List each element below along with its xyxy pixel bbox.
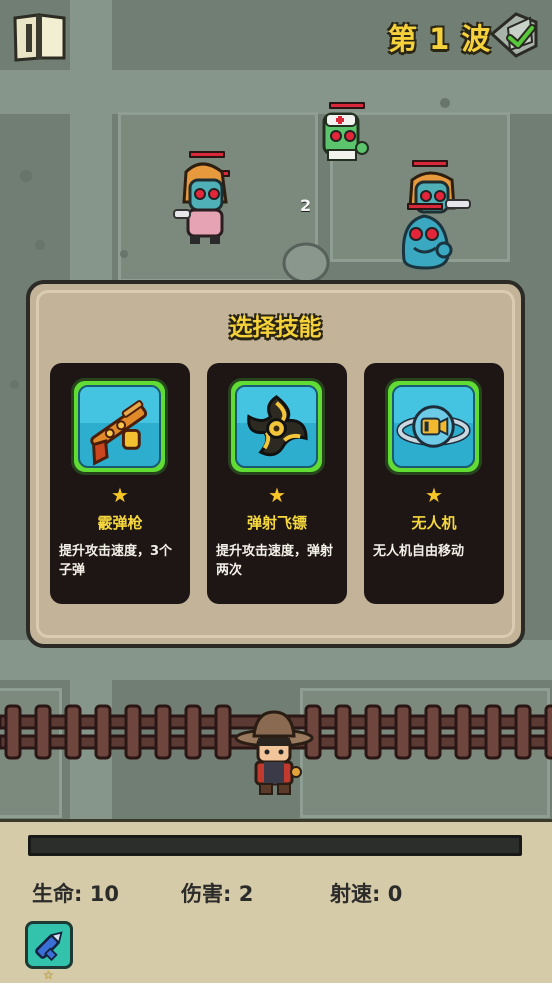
pebble: [10, 380, 19, 389]
enemy-zombie-girl: [173, 162, 228, 244]
skill-select-dialog: 选择技能 ★ 霰弹枪 提升攻击速度，3个子弹 ★ 弹射飞镖 提升攻击速度，弹射两…: [26, 280, 525, 648]
wave-label: 第 1 波: [388, 22, 492, 56]
hp-stat: 生命: 10: [32, 882, 119, 906]
enemy-blue-blob-zombie: [401, 214, 453, 270]
enemy-health-bar: [412, 160, 448, 167]
skill-star-rating: ★: [425, 483, 443, 507]
skill-description: 提升攻击速度，3个子弹: [59, 544, 173, 578]
drone-icon: [396, 405, 471, 448]
owned-skill-star: ☆: [43, 968, 54, 982]
book-button[interactable]: [12, 12, 68, 62]
dialog-title: 选择技能: [229, 315, 322, 341]
skill-icon-frame: [228, 378, 325, 475]
enemy-nurse-zombie: [322, 112, 369, 161]
owned-skill-slot[interactable]: [25, 921, 73, 969]
skill-name: 无人机: [411, 514, 457, 532]
damage-popup: 2: [300, 196, 312, 215]
damage-stat: 伤害: 2: [181, 882, 254, 906]
pebble: [440, 98, 450, 108]
book-icon: [13, 13, 66, 62]
skill-name: 霰弹枪: [97, 514, 143, 532]
enemy-health-bar: [407, 203, 443, 210]
skill-name: 弹射飞镖: [246, 514, 307, 532]
stats-panel: 生命: 10 伤害: 2 射速: 0 ☆: [0, 819, 552, 983]
skill-card-ricochet-shuriken[interactable]: ★ 弹射飞镖 提升攻击速度，弹射两次: [207, 363, 347, 604]
fire-rate-stat: 射速: 0: [330, 882, 403, 906]
pebble: [120, 250, 128, 258]
experience-bar: [28, 835, 522, 856]
skill-card-shotgun[interactable]: ★ 霰弹枪 提升攻击速度，3个子弹: [50, 363, 190, 604]
skill-icon-frame: [385, 378, 482, 475]
wave-check-icon: [489, 12, 538, 58]
skill-description: 提升攻击速度，弹射两次: [216, 544, 334, 578]
skill-star-rating: ★: [111, 483, 129, 507]
skill-icon-frame: [71, 378, 168, 475]
drill-gun-icon: [35, 931, 63, 962]
pebble: [35, 240, 45, 250]
skill-star-rating: ★: [268, 483, 286, 507]
wave-status-button[interactable]: [486, 8, 542, 62]
pebble: [20, 170, 32, 182]
shotgun-icon: [90, 400, 148, 466]
ricochet-shuriken-icon: [247, 395, 308, 457]
skill-description: 无人机自由移动: [373, 544, 465, 559]
boulder: [282, 242, 330, 283]
enemy-health-bar: [329, 102, 365, 109]
player-cowboy: [234, 710, 314, 795]
enemy-health-bar: [189, 151, 225, 158]
skill-card-drone[interactable]: ★ 无人机 无人机自由移动: [364, 363, 504, 604]
